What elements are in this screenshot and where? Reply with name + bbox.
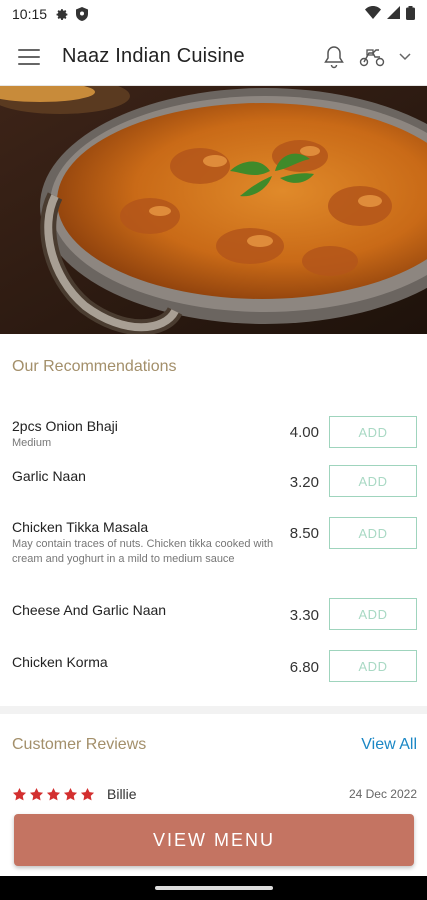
star-rating	[12, 787, 95, 802]
chevron-down-icon[interactable]	[399, 52, 411, 61]
star-icon	[46, 787, 61, 800]
status-bar: 10:15	[0, 0, 427, 28]
list-item: Cheese And Garlic Naan 3.30 ADD	[12, 598, 417, 630]
reviews-title: Customer Reviews	[12, 736, 147, 753]
app-bar: Naaz Indian Cuisine	[0, 28, 427, 86]
review-date: 24 Dec 2022	[348, 787, 417, 801]
list-item: 2pcs Onion Bhaji Medium 4.00 ADD	[12, 416, 417, 451]
menu-icon[interactable]	[16, 46, 42, 68]
reviewer-name: Billie	[107, 786, 137, 802]
add-button[interactable]: ADD	[329, 517, 417, 549]
list-item: Chicken Tikka Masala May contain traces …	[12, 517, 417, 567]
star-icon	[12, 787, 27, 800]
scooter-icon[interactable]	[359, 47, 385, 67]
view-menu-button[interactable]: VIEW MENU	[14, 814, 414, 866]
star-icon	[80, 787, 95, 800]
recommendations-section: Our Recommendations 2pcs Onion Bhaji Med…	[0, 334, 427, 706]
status-time: 10:15	[12, 6, 48, 22]
home-handle[interactable]	[154, 886, 273, 890]
item-price: 6.80	[289, 659, 319, 676]
system-nav-bar	[0, 876, 427, 900]
page-title: Naaz Indian Cuisine	[62, 45, 245, 67]
hero-image	[0, 86, 427, 334]
list-item: Chicken Korma 6.80 ADD	[12, 650, 417, 682]
shield-icon	[75, 7, 89, 21]
battery-icon	[406, 5, 415, 23]
settings-icon	[55, 7, 69, 21]
review-item: Billie 24 Dec 2022	[12, 786, 417, 802]
add-button[interactable]: ADD	[329, 650, 417, 682]
recommendations-title: Our Recommendations	[12, 358, 177, 375]
add-button[interactable]: ADD	[329, 465, 417, 497]
add-button[interactable]: ADD	[329, 416, 417, 448]
wifi-icon	[365, 6, 381, 22]
item-price: 4.00	[289, 424, 319, 441]
view-all-link[interactable]: View All	[361, 736, 417, 754]
item-desc: Medium	[12, 437, 52, 449]
bell-icon[interactable]	[323, 45, 345, 69]
signal-icon	[387, 6, 400, 22]
item-price: 3.30	[289, 607, 319, 624]
star-icon	[63, 787, 78, 800]
list-item: Garlic Naan 3.20 ADD	[12, 465, 417, 497]
item-desc: May contain traces of nuts. Chicken tikk…	[12, 538, 274, 565]
item-price: 3.20	[289, 474, 319, 491]
section-divider	[0, 706, 427, 714]
item-price: 8.50	[289, 525, 319, 542]
add-button[interactable]: ADD	[329, 598, 417, 630]
star-icon	[29, 787, 44, 800]
